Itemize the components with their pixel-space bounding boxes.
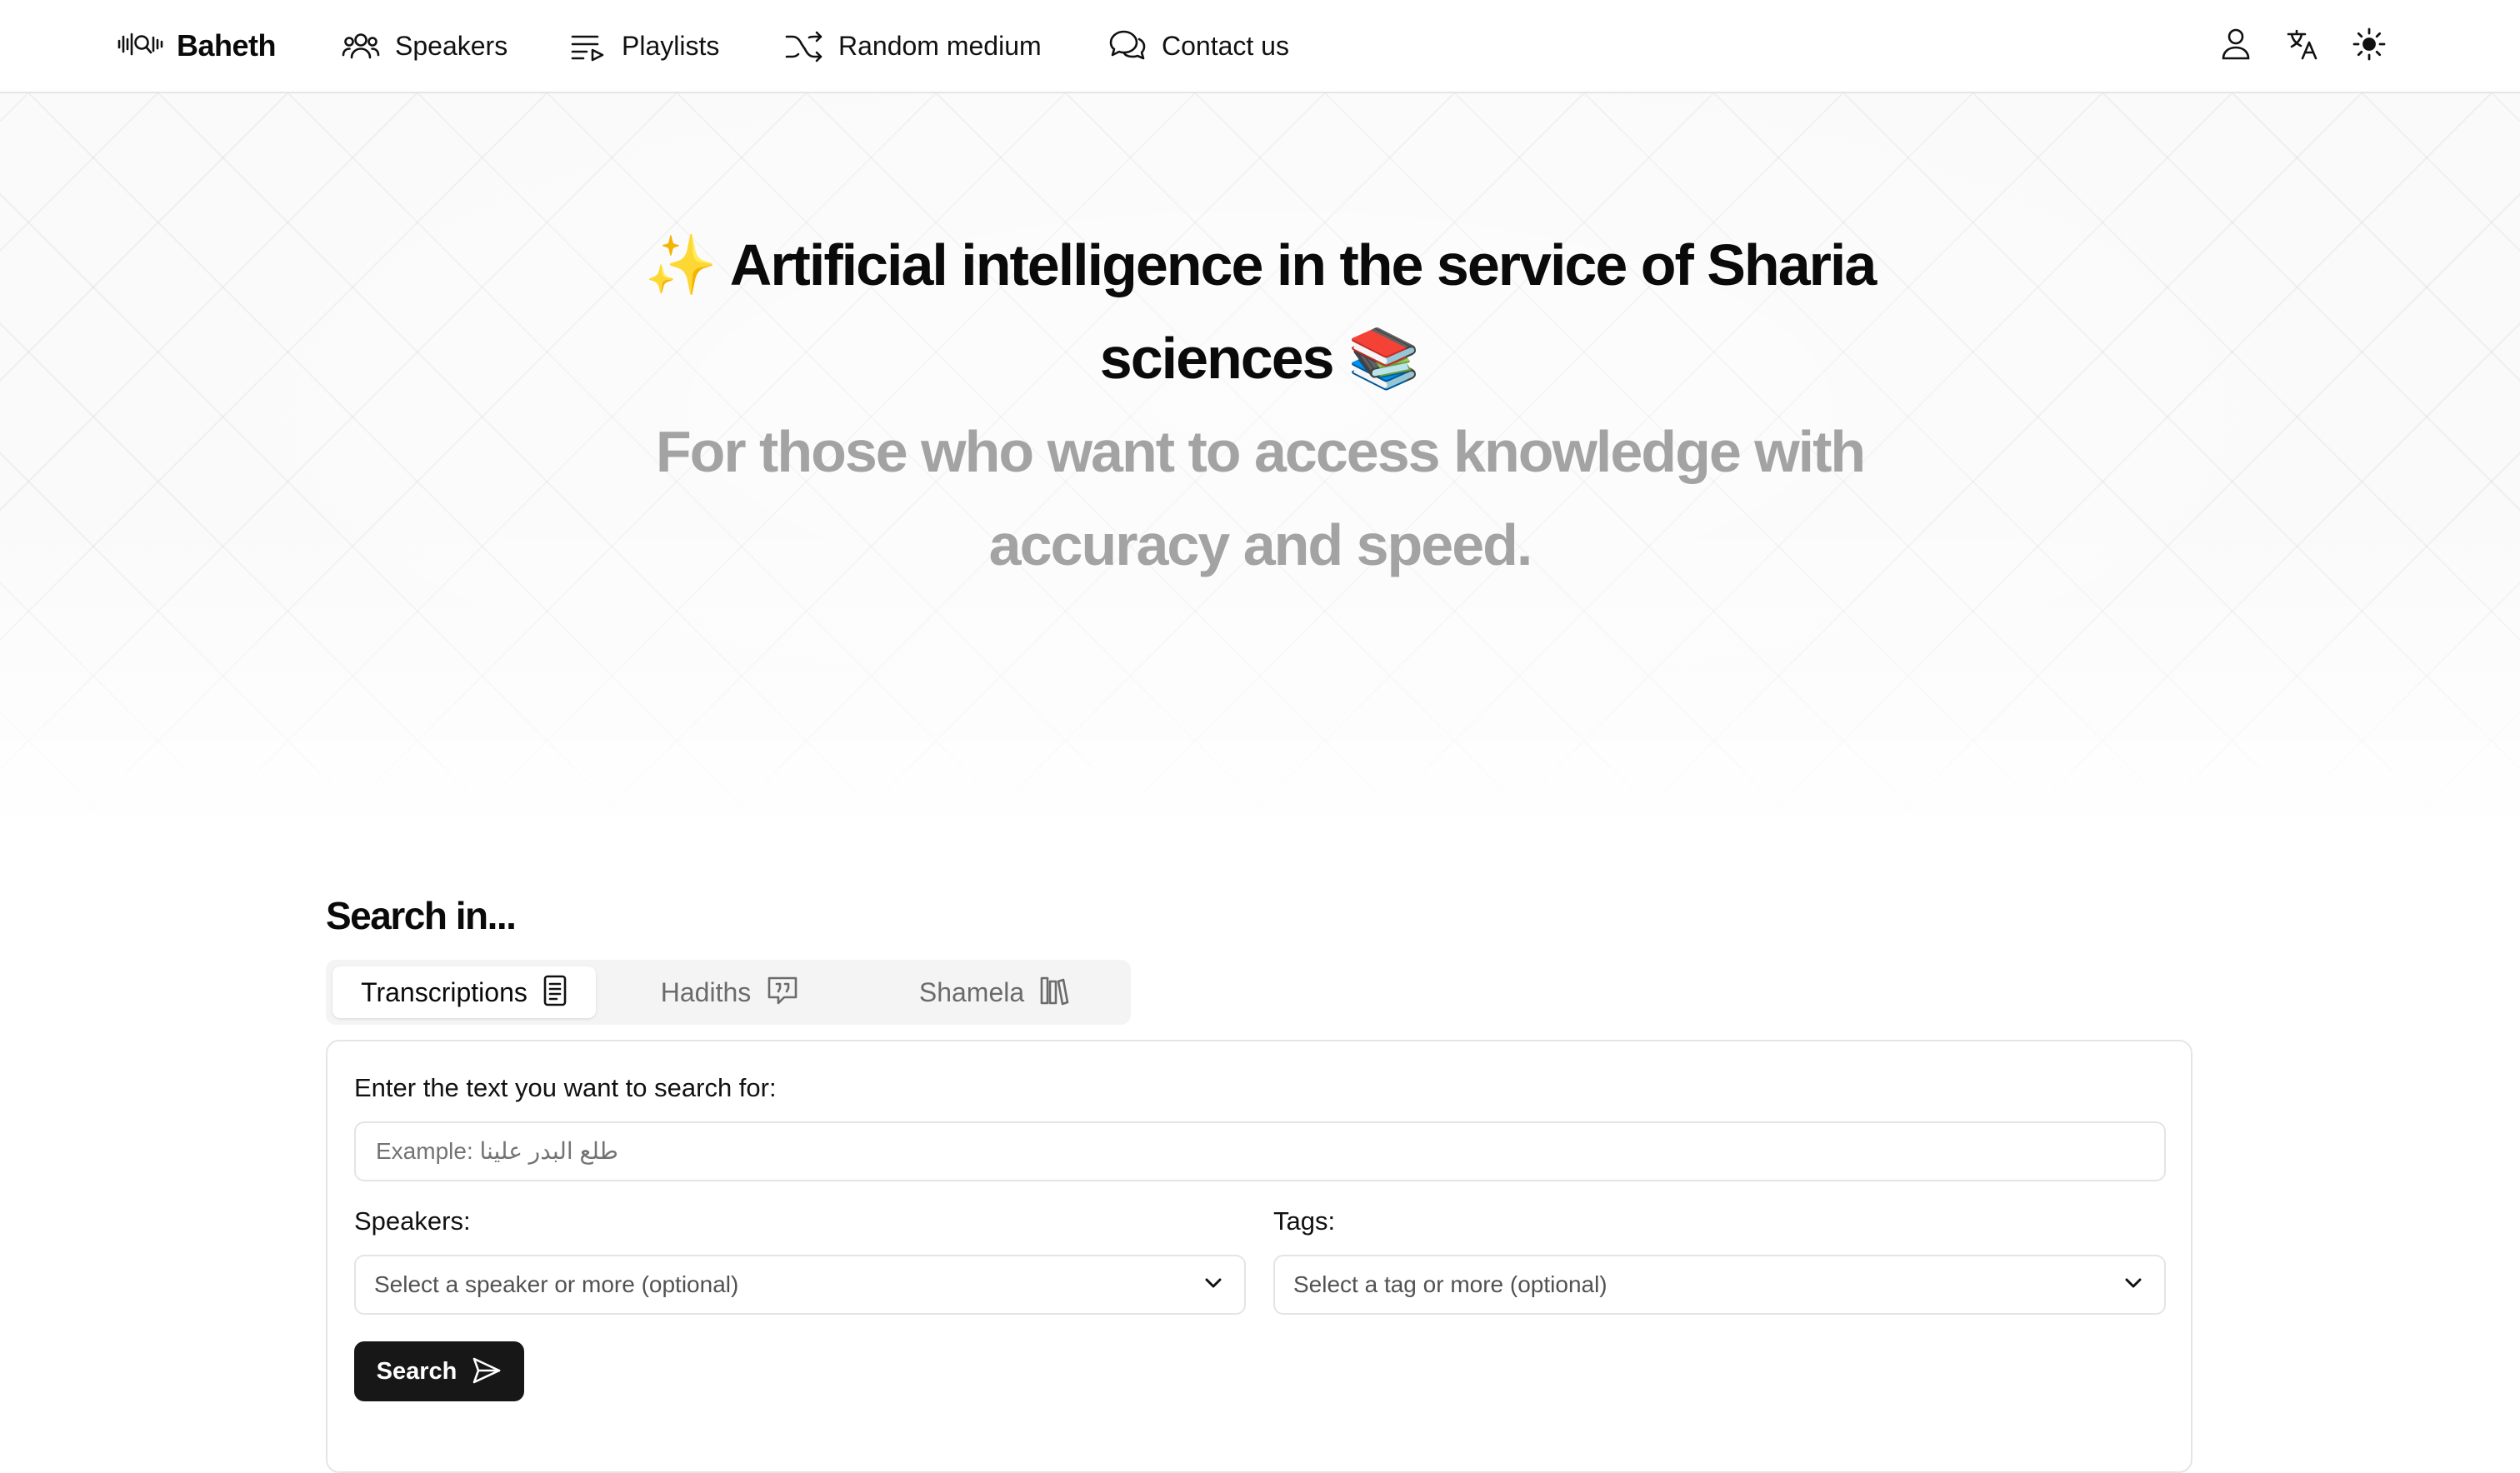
nav-speakers-link[interactable]: Speakers <box>342 23 508 68</box>
language-switch-button[interactable] <box>2282 25 2323 67</box>
brand-name: Baheth <box>177 28 277 62</box>
tags-field-label: Tags: <box>1273 1206 1336 1236</box>
sparkles-icon: ✨ <box>644 232 718 297</box>
user-icon <box>2221 27 2251 65</box>
chevron-down-icon <box>1201 1271 1226 1300</box>
sun-icon <box>2352 27 2386 65</box>
speakers-select[interactable]: Select a speaker or more (optional) <box>354 1255 1246 1315</box>
speakers-field-label: Speakers: <box>354 1206 471 1236</box>
tab-hadiths-label: Hadiths <box>660 976 752 1007</box>
tab-hadiths[interactable]: Hadiths <box>601 966 859 1018</box>
message-circle-icon <box>1108 28 1147 63</box>
tags-select-placeholder: Select a tag or more (optional) <box>1293 1271 1608 1297</box>
nav-playlists-link[interactable]: Playlists <box>570 23 719 68</box>
search-query-input[interactable] <box>354 1121 2166 1181</box>
nav-random-medium-link[interactable]: Random medium <box>785 23 1042 68</box>
search-heading: Search in... <box>326 894 517 937</box>
library-icon <box>1039 974 1069 1011</box>
tab-transcriptions[interactable]: Transcriptions <box>332 966 596 1018</box>
account-button[interactable] <box>2215 25 2257 67</box>
search-source-tabs: Transcriptions Hadiths Shamela <box>326 960 1131 1025</box>
languages-icon <box>2286 27 2319 65</box>
document-icon <box>542 974 568 1011</box>
chevron-down-icon <box>2121 1271 2146 1300</box>
tab-transcriptions-label: Transcriptions <box>361 976 528 1007</box>
tab-shamela[interactable]: Shamela <box>864 966 1124 1018</box>
list-play-icon <box>570 29 607 62</box>
search-button-label: Search <box>376 1357 458 1385</box>
query-field-label: Enter the text you want to search for: <box>354 1073 777 1102</box>
soundwave-logo-icon <box>117 27 165 65</box>
shuffle-icon <box>785 29 823 62</box>
search-submit-button[interactable]: Search <box>354 1341 524 1401</box>
tab-shamela-label: Shamela <box>918 976 1025 1007</box>
hero-title-text: Artificial intelligence in the service o… <box>729 232 1877 391</box>
users-icon <box>342 29 380 62</box>
nav-contact-us-label: Contact us <box>1162 30 1289 61</box>
speakers-select-placeholder: Select a speaker or more (optional) <box>374 1271 739 1297</box>
books-icon: 📚 <box>1348 326 1421 391</box>
nav-playlists-label: Playlists <box>622 30 720 61</box>
nav-speakers-label: Speakers <box>395 30 508 61</box>
top-navigation-bar: Baheth Speakers Playlists Random medium … <box>0 0 2520 93</box>
hero-title: ✨ Artificial intelligence in the service… <box>583 218 1937 405</box>
theme-toggle-button[interactable] <box>2348 25 2390 67</box>
tags-select[interactable]: Select a tag or more (optional) <box>1273 1255 2166 1315</box>
hero-subtitle: For those who want to access knowledge w… <box>655 419 1866 577</box>
quote-message-icon <box>766 974 799 1011</box>
nav-contact-us-link[interactable]: Contact us <box>1108 23 1289 68</box>
brand-logo-link[interactable]: Baheth <box>117 23 277 68</box>
nav-random-medium-label: Random medium <box>838 30 1042 61</box>
send-icon <box>472 1356 502 1387</box>
